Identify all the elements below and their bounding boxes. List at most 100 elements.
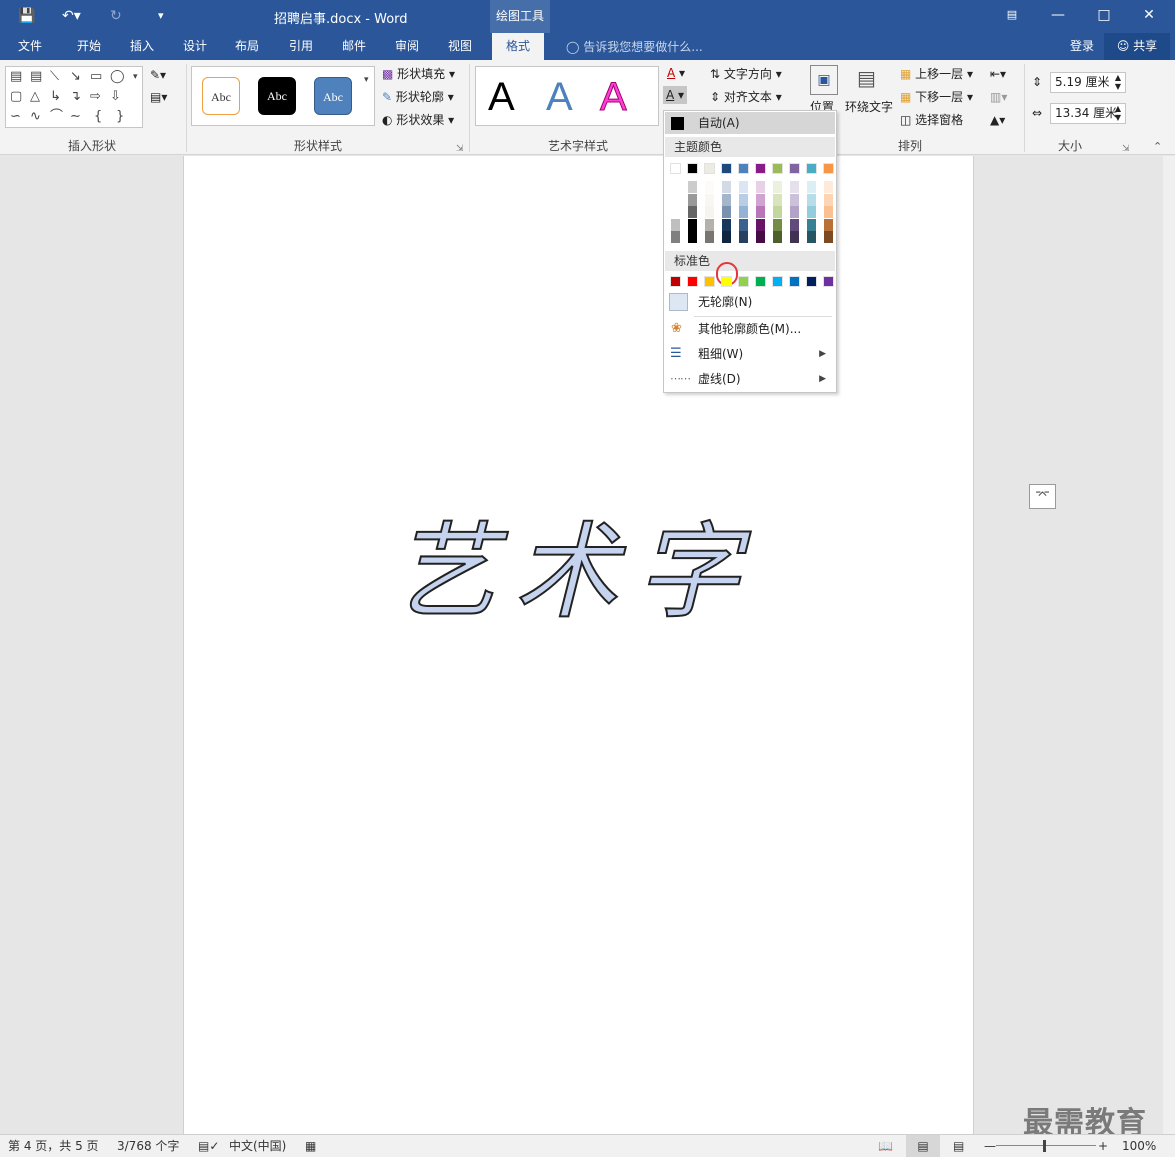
align-icon[interactable]: ⇤▾ (990, 65, 1006, 83)
ribbon-display-options-icon[interactable]: ▤ (1000, 4, 1024, 26)
rotate-icon[interactable]: ▲▾ (990, 111, 1005, 129)
gallery-more-icon[interactable]: ▾ (133, 70, 138, 84)
theme-color-swatch[interactable] (823, 163, 834, 174)
line-shape-icon[interactable]: ⟍ (50, 70, 59, 84)
wordart-styles-gallery[interactable]: A A A (475, 66, 659, 126)
theme-color-shade-swatch[interactable] (704, 218, 715, 231)
tab-layout[interactable]: 布局 (235, 38, 259, 55)
left-brace-shape-icon[interactable]: { (94, 110, 102, 124)
right-arrow-shape-icon[interactable]: ⇨ (90, 90, 101, 104)
theme-color-shade-swatch[interactable] (806, 218, 817, 231)
theme-color-shade-swatch[interactable] (823, 193, 834, 206)
shape-outline-button[interactable]: ✎ 形状轮廓 ▾ (382, 88, 454, 106)
theme-color-shade-swatch[interactable] (772, 231, 783, 243)
page-count[interactable]: 第 4 页，共 5 页 (8, 1138, 99, 1154)
close-icon[interactable]: ✕ (1137, 4, 1161, 26)
align-text-button[interactable]: ⇕ 对齐文本 ▾ (710, 88, 782, 106)
right-brace-shape-icon[interactable]: } (116, 110, 124, 124)
theme-color-swatch[interactable] (755, 163, 766, 174)
position-icon[interactable]: ▣ (810, 65, 838, 95)
theme-color-shade-swatch[interactable] (721, 193, 732, 206)
more-colors-item[interactable]: ❀ 其他轮廓颜色(M)... (665, 318, 835, 340)
down-arrow-shape-icon[interactable]: ⇩ (110, 90, 121, 104)
theme-color-shade-swatch[interactable] (687, 231, 698, 243)
zoom-level[interactable]: 100% (1122, 1138, 1156, 1154)
theme-color-shade-swatch[interactable] (823, 206, 834, 218)
theme-color-shade-swatch[interactable] (789, 193, 800, 206)
dashes-item[interactable]: ⋯⋯ 虚线(D) ▶ (665, 368, 835, 390)
standard-color-swatch[interactable] (704, 276, 715, 287)
height-input[interactable]: 5.19 厘米 ▲ ▼ (1050, 72, 1126, 93)
theme-color-shade-swatch[interactable] (806, 206, 817, 218)
redo-icon[interactable]: ↻ (110, 6, 122, 26)
shapes-gallery[interactable]: ▤ ▤ ⟍ ↘ ▭ ◯ ▢ △ ↳ ↴ ⇨ ⇩ ∽ ∿ ⌒ ∼ { } ▾ (5, 66, 143, 128)
theme-color-shade-swatch[interactable] (772, 193, 783, 206)
theme-color-shade-swatch[interactable] (721, 181, 732, 193)
theme-color-shade-swatch[interactable] (738, 193, 749, 206)
theme-color-shade-swatch[interactable] (670, 193, 681, 206)
wordart-object[interactable]: 艺术字 (390, 496, 760, 646)
textbox-shape-icon[interactable]: ▤ (10, 70, 22, 84)
theme-color-shade-swatch[interactable] (721, 218, 732, 231)
rectangle-shape-icon[interactable]: ▭ (90, 70, 102, 84)
rounded-rectangle-shape-icon[interactable]: ▢ (10, 90, 22, 104)
theme-color-shade-swatch[interactable] (704, 231, 715, 243)
theme-color-shade-swatch[interactable] (721, 206, 732, 218)
width-spinner-icon[interactable]: ▲ ▼ (1115, 104, 1121, 122)
theme-color-shade-swatch[interactable] (670, 206, 681, 218)
text-fill-button[interactable]: A ▾ (667, 64, 685, 82)
arc-shape-icon[interactable]: ⌒ (50, 110, 63, 124)
theme-color-shade-swatch[interactable] (704, 193, 715, 206)
width-input[interactable]: 13.34 厘米 ▲ ▼ (1050, 103, 1126, 124)
theme-color-shade-swatch[interactable] (772, 181, 783, 193)
curve-shape-icon[interactable]: ∼ (70, 110, 81, 124)
wordart-text[interactable]: 艺术字 (391, 510, 758, 634)
theme-color-swatch[interactable] (738, 163, 749, 174)
theme-color-shade-swatch[interactable] (772, 206, 783, 218)
selection-pane-button[interactable]: ◫ 选择窗格 (900, 111, 963, 129)
theme-color-shade-swatch[interactable] (823, 218, 834, 231)
zoom-in-icon[interactable]: + (1098, 1138, 1108, 1154)
shape-style-blue-fill[interactable]: Abc (314, 77, 352, 115)
theme-color-swatch[interactable] (670, 163, 681, 174)
theme-color-shade-swatch[interactable] (738, 206, 749, 218)
shape-effects-button[interactable]: ◐ 形状效果 ▾ (382, 111, 454, 129)
scribble-shape-icon[interactable]: ∿ (30, 110, 41, 124)
freeform-shape-icon[interactable]: ∽ (10, 110, 21, 124)
wordart-style-pink[interactable]: A (600, 75, 628, 120)
standard-color-swatch[interactable] (806, 276, 817, 287)
styles-more-icon[interactable]: ▾ (364, 73, 369, 87)
theme-color-shade-swatch[interactable] (755, 193, 766, 206)
weight-item[interactable]: ☰ 粗细(W) ▶ (665, 343, 835, 365)
print-layout-icon[interactable]: ▤ (906, 1135, 940, 1157)
theme-color-shade-swatch[interactable] (687, 218, 698, 231)
theme-color-shade-swatch[interactable] (687, 181, 698, 193)
theme-color-shade-swatch[interactable] (670, 218, 681, 231)
theme-color-swatch[interactable] (687, 163, 698, 174)
draw-textbox-icon[interactable]: ▤▾ (150, 88, 167, 106)
theme-color-shade-swatch[interactable] (704, 181, 715, 193)
vertical-scrollbar[interactable] (1163, 156, 1175, 1134)
edit-shape-icon[interactable]: ✎▾ (150, 66, 166, 84)
undo-icon[interactable]: ↶▾ (62, 6, 81, 26)
no-outline-item[interactable]: 无轮廓(N) (665, 291, 835, 313)
customize-quick-access-icon[interactable]: ▾ (158, 6, 164, 26)
standard-color-swatch[interactable] (738, 276, 749, 287)
theme-color-shade-swatch[interactable] (687, 193, 698, 206)
standard-color-swatch[interactable] (755, 276, 766, 287)
proofing-icon[interactable]: ▤✓ (198, 1138, 219, 1154)
tab-references[interactable]: 引用 (289, 38, 313, 55)
tab-mailings[interactable]: 邮件 (342, 38, 366, 55)
shape-styles-gallery[interactable]: Abc Abc Abc ▾ (191, 66, 375, 126)
wordart-style-black[interactable]: A (488, 75, 515, 119)
theme-color-shade-swatch[interactable] (806, 231, 817, 243)
zoom-slider-thumb[interactable] (1043, 1140, 1046, 1152)
theme-color-swatch[interactable] (789, 163, 800, 174)
theme-color-shade-swatch[interactable] (789, 206, 800, 218)
save-icon[interactable]: 💾 (18, 6, 35, 26)
text-outline-button[interactable]: A ▾ (663, 86, 688, 104)
zoom-slider[interactable] (996, 1145, 1096, 1146)
theme-color-shade-swatch[interactable] (806, 193, 817, 206)
height-spinner-icon[interactable]: ▲ ▼ (1115, 73, 1121, 91)
standard-color-swatch[interactable] (687, 276, 698, 287)
